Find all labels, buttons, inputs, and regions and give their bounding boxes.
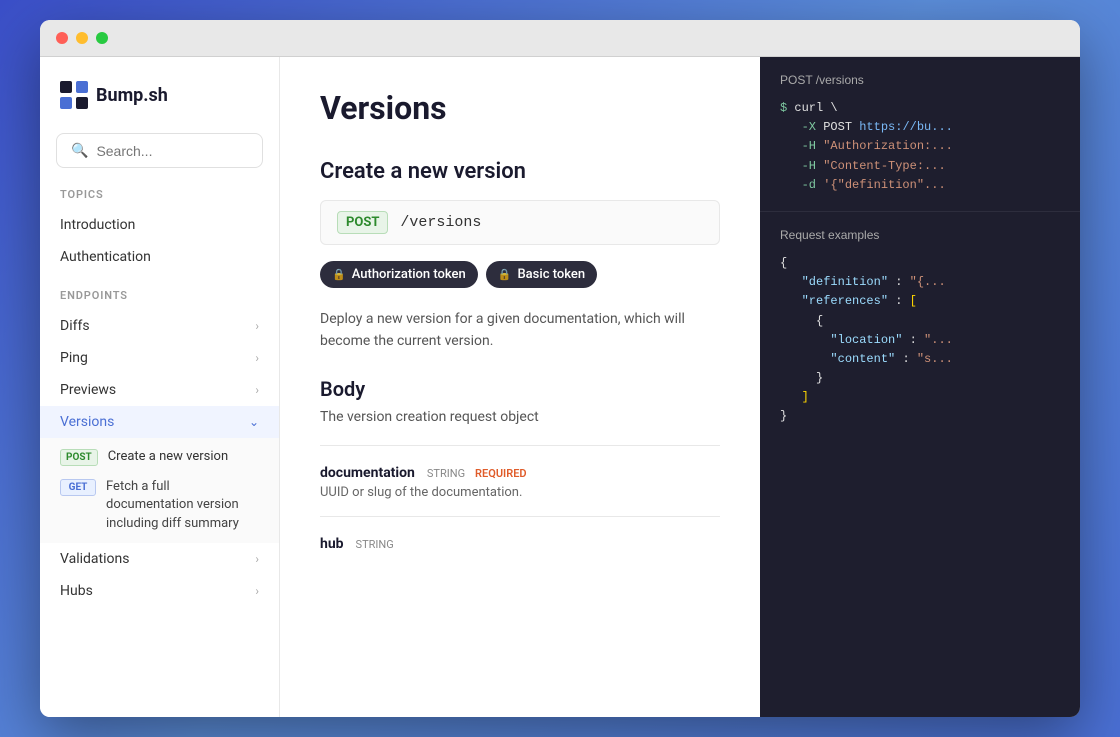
chevron-down-icon: ⌄: [249, 415, 259, 429]
sidebar-item-validations[interactable]: Validations ›: [40, 543, 279, 575]
auth-badges: 🔒 Authorization token 🔒 Basic token: [320, 261, 720, 288]
sidebar-item-introduction[interactable]: Introduction: [40, 209, 279, 241]
chevron-right-icon: ›: [255, 383, 259, 397]
browser-window: Bump.sh 🔍 ⌘K TOPICS Introduction Authent…: [40, 20, 1080, 717]
param-required: REQUIRED: [475, 467, 527, 480]
body-section-title: Body: [320, 377, 720, 401]
chevron-right-icon: ›: [255, 584, 259, 598]
sub-item-post-version[interactable]: POST Create a new version: [60, 442, 279, 472]
param-type: STRING: [427, 467, 465, 480]
logo-text: Bump.sh: [96, 85, 168, 106]
sidebar-item-authentication[interactable]: Authentication: [40, 241, 279, 273]
right-panel: POST /versions $ curl \ -X POST https://…: [760, 57, 1080, 717]
code-section-title: POST /versions: [780, 73, 1060, 87]
sidebar-item-diffs[interactable]: Diffs ›: [40, 310, 279, 342]
body-description: The version creation request object: [320, 409, 720, 425]
sidebar: Bump.sh 🔍 ⌘K TOPICS Introduction Authent…: [40, 57, 280, 717]
logo-area: Bump.sh: [40, 81, 279, 133]
section-title: Create a new version: [320, 159, 720, 184]
endpoints-section: ENDPOINTS Diffs › Ping › Previews › Vers…: [40, 289, 279, 607]
param-desc: UUID or slug of the documentation.: [320, 485, 720, 500]
chevron-right-icon: ›: [255, 319, 259, 333]
code-line: -H "Authorization:...: [780, 137, 1060, 156]
page-title: Versions: [320, 89, 720, 127]
param-hub: hub STRING: [320, 516, 720, 568]
maximize-dot[interactable]: [96, 32, 108, 44]
browser-chrome: [40, 20, 1080, 57]
json-title: Request examples: [780, 228, 1060, 242]
endpoint-description: Deploy a new version for a given documen…: [320, 308, 720, 353]
search-input[interactable]: [96, 143, 277, 159]
code-line: -X POST https://bu...: [780, 118, 1060, 137]
topics-section: TOPICS Introduction Authentication: [40, 188, 279, 273]
auth-badge-token[interactable]: 🔒 Authorization token: [320, 261, 478, 288]
param-documentation: documentation STRING REQUIRED UUID or sl…: [320, 445, 720, 516]
code-line: -H "Content-Type:...: [780, 157, 1060, 176]
sidebar-search-area: 🔍 ⌘K: [40, 133, 279, 188]
search-bar[interactable]: 🔍 ⌘K: [56, 133, 263, 168]
chevron-right-icon: ›: [255, 351, 259, 365]
endpoints-label: ENDPOINTS: [40, 289, 279, 310]
get-badge: GET: [60, 479, 96, 496]
sidebar-item-versions[interactable]: Versions ⌄: [40, 406, 279, 438]
content-area: Versions Create a new version POST /vers…: [280, 57, 1080, 717]
lock-icon: 🔒: [498, 268, 512, 281]
code-line: -d '{"definition"...: [780, 176, 1060, 195]
main-content: Versions Create a new version POST /vers…: [280, 57, 760, 717]
chevron-right-icon: ›: [255, 552, 259, 566]
minimize-dot[interactable]: [76, 32, 88, 44]
param-name: hub: [320, 536, 344, 552]
app-body: Bump.sh 🔍 ⌘K TOPICS Introduction Authent…: [40, 57, 1080, 717]
topics-label: TOPICS: [40, 188, 279, 209]
param-type: STRING: [356, 538, 394, 551]
versions-sub-items: POST Create a new version GET Fetch a fu…: [40, 438, 279, 543]
post-badge: POST: [60, 449, 98, 466]
sidebar-item-previews[interactable]: Previews ›: [40, 374, 279, 406]
json-section: Request examples { "definition" : "{... …: [760, 212, 1080, 443]
code-line: $ curl \: [780, 99, 1060, 118]
sidebar-item-ping[interactable]: Ping ›: [40, 342, 279, 374]
method-tag: POST: [337, 211, 388, 234]
sub-item-get-version[interactable]: GET Fetch a full documentation version i…: [60, 472, 279, 539]
sidebar-item-hubs[interactable]: Hubs ›: [40, 575, 279, 607]
lock-icon: 🔒: [332, 268, 346, 281]
auth-badge-basic[interactable]: 🔒 Basic token: [486, 261, 597, 288]
code-section: POST /versions $ curl \ -X POST https://…: [760, 57, 1080, 212]
search-icon: 🔍: [71, 143, 88, 159]
param-name: documentation: [320, 465, 415, 481]
logo-icon: [60, 81, 88, 109]
endpoint-row: POST /versions: [320, 200, 720, 245]
endpoint-path: /versions: [400, 214, 481, 231]
close-dot[interactable]: [56, 32, 68, 44]
